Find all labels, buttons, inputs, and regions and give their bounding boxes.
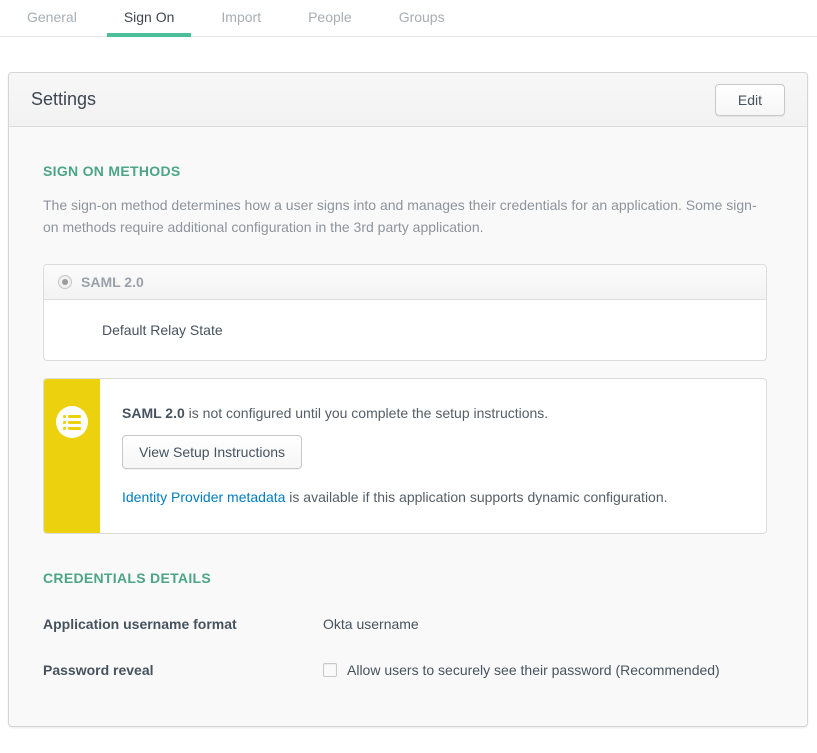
saml-method-header[interactable]: SAML 2.0 <box>44 265 766 300</box>
settings-panel-body: SIGN ON METHODS The sign-on method deter… <box>9 127 807 726</box>
page-title: Settings <box>31 89 96 110</box>
settings-panel-header: Settings Edit <box>9 73 807 127</box>
tab-import[interactable]: Import <box>204 0 278 36</box>
callout-link-rest: is available if this application support… <box>285 489 667 505</box>
password-reveal-checkbox[interactable] <box>323 663 337 677</box>
username-format-value: Okta username <box>323 616 419 632</box>
callout-content: SAML 2.0 is not configured until you com… <box>100 379 692 533</box>
app-tab-bar: General Sign On Import People Groups <box>0 0 817 37</box>
sign-on-methods-description: The sign-on method determines how a user… <box>43 194 767 238</box>
password-reveal-row: Password reveal Allow users to securely … <box>43 662 767 678</box>
tab-sign-on[interactable]: Sign On <box>107 0 192 37</box>
username-format-row: Application username format Okta usernam… <box>43 616 767 632</box>
list-icon <box>56 406 88 438</box>
callout-stripe <box>44 379 100 533</box>
settings-panel: Settings Edit SIGN ON METHODS The sign-o… <box>8 72 808 727</box>
callout-message: SAML 2.0 is not configured until you com… <box>122 405 668 421</box>
view-setup-instructions-button[interactable]: View Setup Instructions <box>122 435 302 469</box>
username-format-label: Application username format <box>43 616 323 632</box>
setup-callout: SAML 2.0 is not configured until you com… <box>43 378 767 534</box>
edit-button[interactable]: Edit <box>715 84 785 116</box>
callout-message-app-name: SAML 2.0 <box>122 405 185 421</box>
credentials-details-heading: CREDENTIALS DETAILS <box>43 570 767 586</box>
tab-people[interactable]: People <box>291 0 369 36</box>
identity-provider-metadata-link[interactable]: Identity Provider metadata <box>122 489 285 505</box>
default-relay-state-label: Default Relay State <box>102 322 223 338</box>
saml-radio-button[interactable] <box>58 275 72 289</box>
password-reveal-label: Password reveal <box>43 662 323 678</box>
tab-general[interactable]: General <box>10 0 94 36</box>
saml-method-box: SAML 2.0 Default Relay State <box>43 264 767 361</box>
tab-groups[interactable]: Groups <box>382 0 462 36</box>
callout-link-line: Identity Provider metadata is available … <box>122 489 668 505</box>
sign-on-methods-heading: SIGN ON METHODS <box>43 163 767 179</box>
password-reveal-checkbox-label: Allow users to securely see their passwo… <box>347 662 720 678</box>
saml-method-label: SAML 2.0 <box>81 274 144 290</box>
saml-method-body: Default Relay State <box>44 300 766 360</box>
password-reveal-control: Allow users to securely see their passwo… <box>323 662 720 678</box>
radio-dot <box>62 279 68 285</box>
callout-message-text: is not configured until you complete the… <box>185 405 548 421</box>
